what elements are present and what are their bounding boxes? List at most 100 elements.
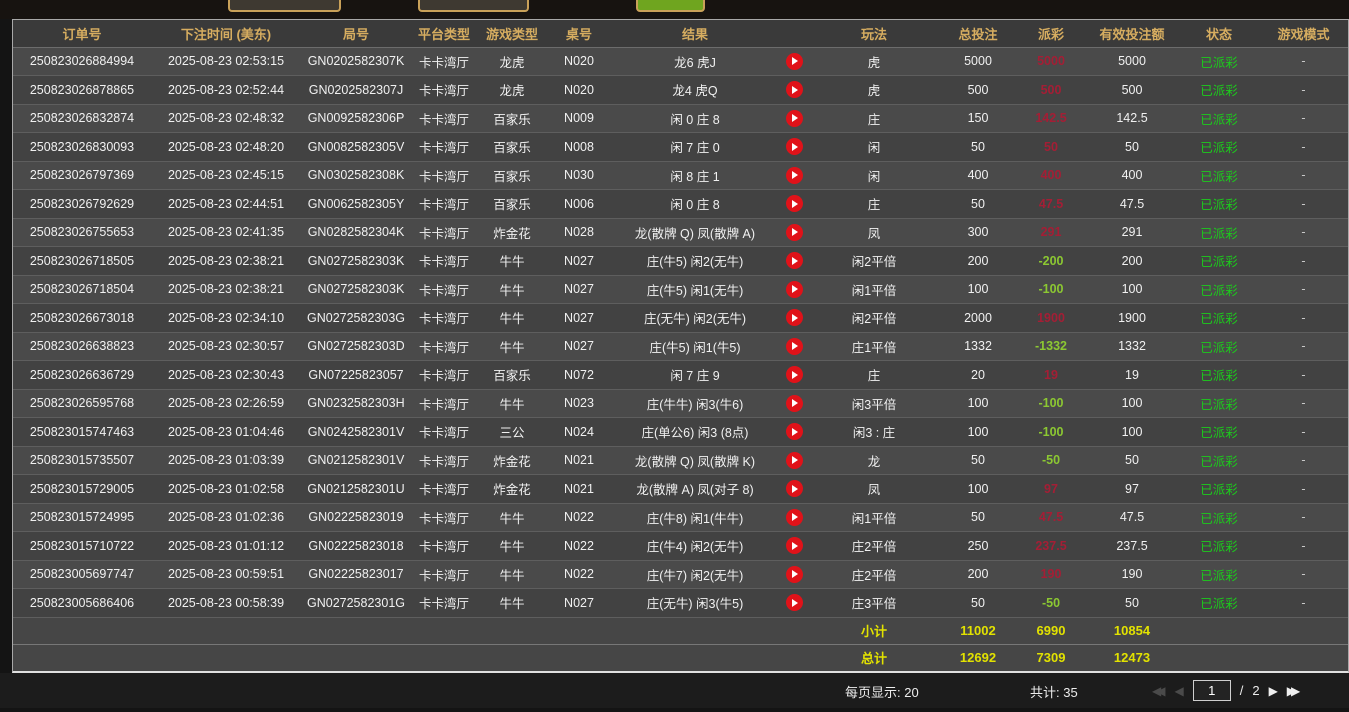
order-id-cell: 250823015735507	[13, 446, 151, 475]
table-row: 250823026797369 2025-08-23 02:45:15 GN03…	[13, 161, 1348, 190]
game-type-cell: 百家乐	[477, 190, 547, 219]
game-type-cell: 牛牛	[477, 532, 547, 561]
game-mode-cell: -	[1259, 218, 1348, 247]
game-mode-cell: -	[1259, 247, 1348, 276]
video-replay-icon[interactable]	[786, 338, 803, 355]
video-replay-icon[interactable]	[786, 224, 803, 241]
video-replay-icon[interactable]	[786, 195, 803, 212]
video-replay-icon[interactable]	[786, 566, 803, 583]
game-type-cell: 三公	[477, 418, 547, 447]
table-no-cell: N021	[547, 475, 611, 504]
table-row: 250823026673018 2025-08-23 02:34:10 GN02…	[13, 304, 1348, 333]
subtotal-payout: 6990	[1017, 617, 1085, 644]
next-page-icon[interactable]: ▶	[1269, 685, 1278, 697]
video-replay-icon[interactable]	[786, 480, 803, 497]
payout-value: 190	[1017, 560, 1085, 589]
valid-bet-cell: 237.5	[1085, 532, 1179, 561]
video-replay-icon[interactable]	[786, 509, 803, 526]
table-row: 250823026638823 2025-08-23 02:30:57 GN02…	[13, 332, 1348, 361]
order-id-cell: 250823026718504	[13, 275, 151, 304]
play-type-cell: 庄2平倍	[809, 560, 939, 589]
total-bet-cell: 50	[939, 190, 1017, 219]
col-result: 结果	[611, 20, 779, 47]
status-badge: 已派彩	[1179, 532, 1259, 561]
payout-value: 500	[1017, 76, 1085, 105]
video-replay-icon[interactable]	[786, 366, 803, 383]
col-round-id: 局号	[301, 20, 411, 47]
round-id-cell: GN0272582303G	[301, 304, 411, 333]
prev-page-icon[interactable]: ◀	[1174, 685, 1183, 697]
platform-cell: 卡卡湾厅	[411, 560, 477, 589]
order-id-cell: 250823005686406	[13, 589, 151, 618]
game-type-cell: 牛牛	[477, 247, 547, 276]
total-bet-cell: 1332	[939, 332, 1017, 361]
video-replay-icon[interactable]	[786, 423, 803, 440]
video-replay-icon[interactable]	[786, 309, 803, 326]
status-badge: 已派彩	[1179, 76, 1259, 105]
toolbar-tab-button-2[interactable]	[418, 0, 529, 12]
game-mode-cell: -	[1259, 332, 1348, 361]
play-type-cell: 庄	[809, 361, 939, 390]
result-cell: 庄(牛牛) 闲3(牛6)	[611, 389, 779, 418]
play-type-cell: 闲2平倍	[809, 247, 939, 276]
bet-time-cell: 2025-08-23 02:26:59	[151, 389, 301, 418]
video-replay-icon[interactable]	[786, 594, 803, 611]
grand-total-payout: 7309	[1017, 644, 1085, 671]
valid-bet-cell: 200	[1085, 247, 1179, 276]
video-replay-icon[interactable]	[786, 252, 803, 269]
platform-cell: 卡卡湾厅	[411, 304, 477, 333]
video-replay-icon[interactable]	[786, 53, 803, 70]
payout-value: -100	[1017, 389, 1085, 418]
col-status: 状态	[1179, 20, 1259, 47]
video-replay-icon[interactable]	[786, 167, 803, 184]
col-replay	[779, 20, 809, 47]
payout-value: -1332	[1017, 332, 1085, 361]
table-row: 250823026636729 2025-08-23 02:30:43 GN07…	[13, 361, 1348, 390]
table-row: 250823005697747 2025-08-23 00:59:51 GN02…	[13, 560, 1348, 589]
toolbar-tab-button-1[interactable]	[228, 0, 341, 12]
round-id-cell: GN0272582303K	[301, 247, 411, 276]
replay-cell	[779, 218, 809, 247]
video-replay-icon[interactable]	[786, 110, 803, 127]
result-cell: 庄(无牛) 闲2(无牛)	[611, 304, 779, 333]
play-type-cell: 庄3平倍	[809, 589, 939, 618]
first-page-icon[interactable]: ◀◀	[1152, 685, 1165, 697]
page-number-input[interactable]	[1193, 680, 1231, 701]
status-badge: 已派彩	[1179, 503, 1259, 532]
video-replay-icon[interactable]	[786, 138, 803, 155]
last-page-icon[interactable]: ▶▶	[1287, 685, 1300, 697]
result-cell: 龙(散牌 A) 凤(对子 8)	[611, 475, 779, 504]
game-mode-cell: -	[1259, 133, 1348, 162]
status-badge: 已派彩	[1179, 190, 1259, 219]
result-cell: 闲 8 庄 1	[611, 161, 779, 190]
game-mode-cell: -	[1259, 503, 1348, 532]
table-no-cell: N021	[547, 446, 611, 475]
result-cell: 庄(牛4) 闲2(无牛)	[611, 532, 779, 561]
payout-value: 142.5	[1017, 104, 1085, 133]
payout-value: -50	[1017, 446, 1085, 475]
replay-cell	[779, 418, 809, 447]
replay-cell	[779, 47, 809, 76]
replay-cell	[779, 190, 809, 219]
payout-value: 50	[1017, 133, 1085, 162]
payout-value: -200	[1017, 247, 1085, 276]
valid-bet-cell: 19	[1085, 361, 1179, 390]
order-id-cell: 250823026797369	[13, 161, 151, 190]
video-replay-icon[interactable]	[786, 537, 803, 554]
video-replay-icon[interactable]	[786, 281, 803, 298]
play-type-cell: 龙	[809, 446, 939, 475]
game-type-cell: 龙虎	[477, 47, 547, 76]
table-row: 250823015747463 2025-08-23 01:04:46 GN02…	[13, 418, 1348, 447]
valid-bet-cell: 100	[1085, 418, 1179, 447]
platform-cell: 卡卡湾厅	[411, 47, 477, 76]
video-replay-icon[interactable]	[786, 81, 803, 98]
table-row: 250823015735507 2025-08-23 01:03:39 GN02…	[13, 446, 1348, 475]
play-type-cell: 闲	[809, 133, 939, 162]
video-replay-icon[interactable]	[786, 395, 803, 412]
order-id-cell: 250823026830093	[13, 133, 151, 162]
round-id-cell: GN0272582303K	[301, 275, 411, 304]
video-replay-icon[interactable]	[786, 452, 803, 469]
toolbar-tab-button-active[interactable]	[636, 0, 705, 12]
col-valid-bet: 有效投注额	[1085, 20, 1179, 47]
payout-value: 1900	[1017, 304, 1085, 333]
